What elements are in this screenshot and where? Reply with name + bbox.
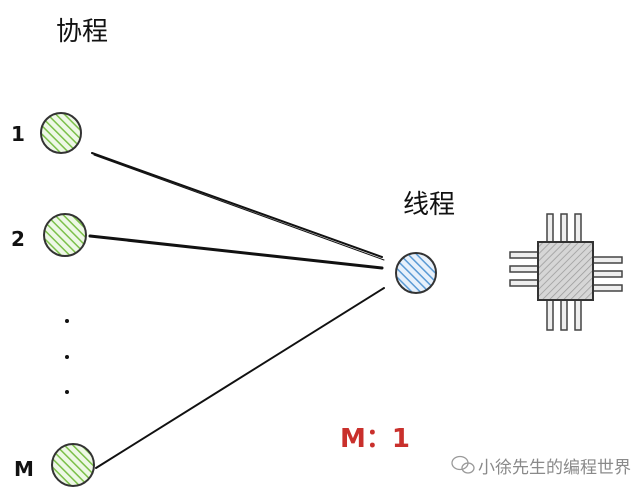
coroutine-node-2 [43,213,87,257]
wechat-icon [451,455,475,474]
coroutine-node-m-label: M [14,457,34,481]
edge-1-to-thread-b [93,154,385,261]
ratio-label: M：1 [340,424,410,454]
coroutine-node-1 [40,112,82,154]
thread-title: 线程 [403,190,455,220]
coroutine-node-1-label: 1 [11,122,25,146]
ellipsis [65,319,69,394]
connection-lines [88,152,385,469]
coroutine-thread-diagram: 协程 1 2 M 线程 M：1 小徐先生的编程世界 [11,17,631,487]
thread-node [395,252,437,294]
cpu-chip-icon [509,213,623,331]
coroutine-title: 协程 [56,17,108,47]
coroutine-node-m [51,443,95,487]
watermark-text: 小徐先生的编程世界 [478,458,631,478]
watermark: 小徐先生的编程世界 [451,455,631,478]
coroutine-node-2-label: 2 [11,227,25,251]
